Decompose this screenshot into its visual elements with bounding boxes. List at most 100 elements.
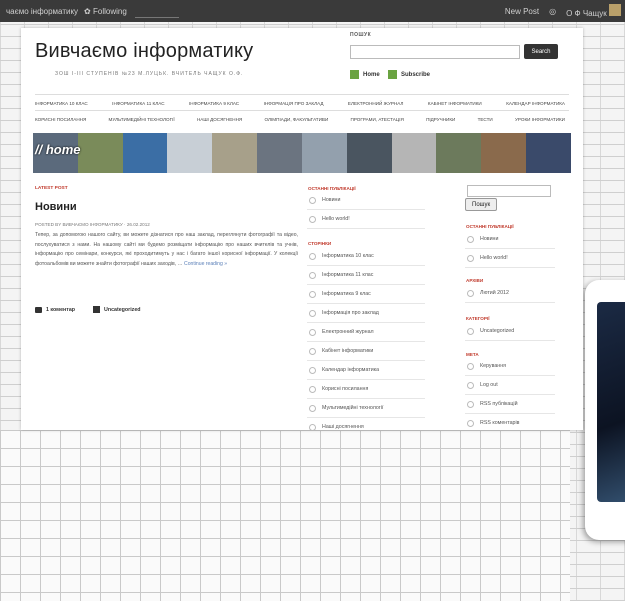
list-item[interactable]: Кабінет інформатики [307, 342, 425, 361]
blog-page: Вивчаємо інформатику ЗОШ І-ІІІ СТУПЕНІВ … [21, 28, 583, 430]
admin-bar-site[interactable]: чаємо інформатику [6, 7, 78, 16]
continue-reading-link[interactable]: Continue reading » [184, 261, 227, 267]
nav-item[interactable]: КАЛЕНДАР ІНФОРМАТИКА [506, 101, 565, 106]
list-item[interactable]: RSS коментарів [465, 414, 555, 430]
bullet-icon [467, 289, 474, 297]
bullet-icon [467, 362, 474, 370]
nav-item[interactable]: КАБІНЕТ ІНФОРМАТИКИ [428, 101, 482, 106]
bullet-icon [309, 404, 316, 412]
list-item-label: Кабінет інформатики [322, 348, 374, 354]
list-item-label: Мультимедійні технології [322, 405, 384, 411]
home-icon [350, 70, 359, 79]
list-item[interactable]: Log out [465, 376, 555, 395]
banner-photo [526, 133, 571, 173]
admin-bar: чаємо інформатику ✿ Following New Post ◎… [0, 0, 625, 22]
nav-item[interactable]: УРОКИ ІНФОРМАТИКИ [515, 117, 565, 122]
main-nav-row1: ІНФОРМАТИКА 10 КЛАС ІНФОРМАТИКА 11 КЛАС ІН… [35, 101, 565, 106]
list-item[interactable]: Інформація про заклад [307, 304, 425, 323]
bullet-icon [309, 366, 316, 374]
list-item[interactable]: Електронний журнал [307, 323, 425, 342]
notifications-icon[interactable]: ◎ [549, 7, 556, 16]
list-item-label: Hello world! [480, 255, 508, 261]
site-title[interactable]: Вивчаємо інформатику [35, 40, 253, 63]
list-item[interactable]: Лютий 2012 [465, 284, 555, 303]
archives-list: Лютий 2012 [465, 284, 555, 303]
list-item-label: Інформація про заклад [322, 310, 379, 316]
nav-item[interactable]: НАШІ ДОСЯГНЕННЯ [197, 117, 242, 122]
bullet-icon [309, 252, 316, 260]
nav-item[interactable]: ОЛІМПІАДИ, ФАКУЛЬТАТИВИ [265, 117, 329, 122]
admin-bar-following[interactable]: ✿ Following [84, 7, 127, 16]
subscribe-link[interactable]: Subscribe [388, 70, 430, 79]
header-search-input[interactable] [350, 45, 520, 59]
list-item[interactable]: Uncategorized [465, 322, 555, 341]
list-item[interactable]: Інформатика 10 клас [307, 247, 425, 266]
nav-item[interactable]: ЕЛЕКТРОННИЙ ЖУРНАЛ [348, 101, 404, 106]
list-item[interactable]: Інформатика 9 клас [307, 285, 425, 304]
banner-photo [257, 133, 302, 173]
nav-item[interactable]: КОРИСНІ ПОСИЛАННЯ [35, 117, 86, 122]
nav-item[interactable]: ІНФОРМАТИКА 11 КЛАС [112, 101, 164, 106]
category-link[interactable]: Uncategorized [104, 307, 141, 313]
sidebar-search-input[interactable] [467, 185, 551, 197]
bullet-icon [309, 423, 316, 430]
archives-heading: АРХІВИ [466, 278, 484, 283]
list-item-label: Лютий 2012 [480, 290, 509, 296]
list-item-label: Інформатика 10 клас [322, 253, 374, 259]
admin-bar-search-field[interactable] [134, 5, 179, 18]
nav-item[interactable]: ІНФОРМАТИКА 10 КЛАС [35, 101, 88, 106]
bullet-icon [467, 254, 474, 262]
main-nav-row2: КОРИСНІ ПОСИЛАННЯ МУЛЬТИМЕДІЙНІ ТЕХНОЛОГІ… [35, 117, 565, 122]
bullet-icon [309, 309, 316, 317]
list-item-label: Корисні посилання [322, 386, 369, 392]
categories-heading: КАТЕГОРІЇ [466, 316, 490, 321]
list-item[interactable]: Корисні посилання [307, 380, 425, 399]
comment-icon [35, 306, 42, 313]
background-grid [0, 430, 570, 601]
list-item-label: Uncategorized [480, 328, 515, 334]
header-search-button[interactable]: Search [524, 44, 558, 59]
nav-item[interactable]: ПІДРУЧНИКИ [426, 117, 455, 122]
sidebar-search-button[interactable]: Пошук [465, 198, 497, 211]
list-item[interactable]: RSS публікацій [465, 395, 555, 414]
post-meta: POSTED BY ВИВЧАЄМО ІНФОРМАТИКУ · 26.02.2… [35, 222, 150, 227]
banner-photo [301, 133, 347, 173]
banner-photo [346, 133, 392, 173]
nav-item[interactable]: ІНФОРМАЦІЯ ПРО ЗАКЛАД [264, 101, 324, 106]
list-item[interactable]: Hello world! [465, 249, 555, 268]
list-item[interactable]: Наші досягнення [307, 418, 425, 430]
bullet-icon [309, 196, 316, 204]
bullet-icon [309, 271, 316, 279]
banner-photo [391, 133, 437, 173]
post-title[interactable]: Новини [35, 201, 77, 213]
nav-item[interactable]: ІНФОРМАТИКА 9 КЛАС [189, 101, 239, 106]
nav-item[interactable]: ТЕСТИ [478, 117, 493, 122]
list-item[interactable]: Hello world! [307, 210, 425, 229]
nav-item[interactable]: ПРОГРАМИ, АТЕСТАЦІЯ [351, 117, 404, 122]
list-item[interactable]: Новини [307, 191, 425, 210]
search-label: ПОШУК [350, 32, 372, 38]
list-item-label: Календар інформатика [322, 367, 380, 373]
bullet-icon [309, 290, 316, 298]
comments-link[interactable]: 1 коментар [46, 307, 75, 313]
admin-bar-new-post[interactable]: New Post [505, 7, 539, 16]
list-item[interactable]: Керування [465, 357, 555, 376]
list-item-label: Новини [322, 197, 341, 203]
nav-divider [35, 110, 569, 111]
list-item[interactable]: Календар інформатика [307, 361, 425, 380]
home-link[interactable]: Home [350, 70, 380, 79]
bullet-icon [467, 400, 474, 408]
nav-item[interactable]: МУЛЬТИМЕДІЙНІ ТЕХНОЛОГІЇ [109, 117, 175, 122]
bullet-icon [467, 419, 474, 427]
avatar [609, 4, 621, 16]
bullet-icon [309, 328, 316, 336]
recent-posts-list: Новини Hello world! [307, 191, 425, 229]
list-item[interactable]: Новини [465, 230, 555, 249]
list-item[interactable]: Інформатика 11 клас [307, 266, 425, 285]
rss-icon [388, 70, 397, 79]
banner-photo [212, 133, 258, 173]
list-item[interactable]: Мультимедійні технології [307, 399, 425, 418]
admin-bar-user[interactable]: О Ф Чащук [566, 4, 621, 18]
banner-photo [77, 133, 123, 173]
list-item-label: Електронний журнал [322, 329, 374, 335]
